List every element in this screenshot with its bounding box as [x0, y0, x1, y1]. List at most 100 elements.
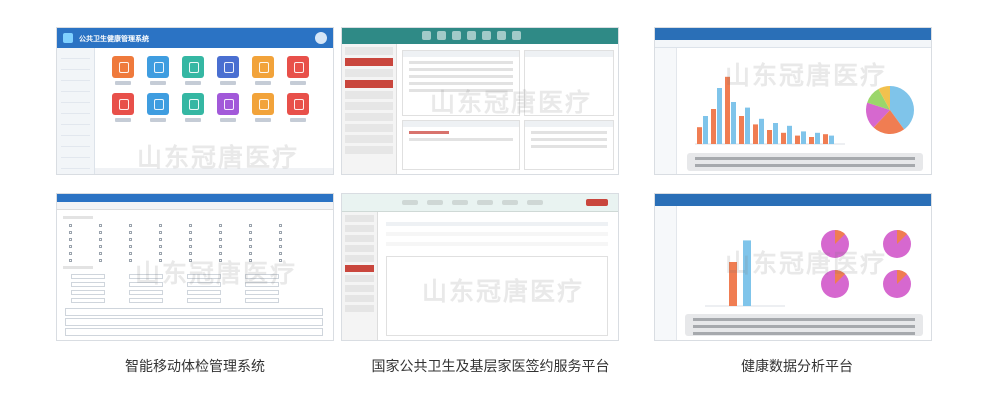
checkbox[interactable] [189, 231, 192, 234]
input-field[interactable] [187, 290, 221, 295]
checkbox[interactable] [159, 259, 162, 262]
screenshot-exam-form[interactable]: 山东冠唐医疗 [56, 193, 334, 341]
checkbox[interactable] [189, 259, 192, 262]
screenshot-mobile-exam-system[interactable]: 公共卫生健康管理系统 山东冠唐医疗 [56, 27, 334, 175]
checkbox[interactable] [279, 238, 282, 241]
input-field[interactable] [187, 282, 221, 287]
checkbox[interactable] [249, 231, 252, 234]
checkbox[interactable] [219, 224, 222, 227]
checkbox[interactable] [279, 224, 282, 227]
checkbox[interactable] [129, 245, 132, 248]
checkbox[interactable] [219, 238, 222, 241]
checkbox[interactable] [159, 252, 162, 255]
checkbox[interactable] [129, 224, 132, 227]
input-field[interactable] [129, 298, 163, 303]
checkbox[interactable] [99, 252, 102, 255]
module-tile[interactable] [140, 93, 175, 122]
screenshot-family-doctor-platform[interactable]: 山东冠唐医疗 [341, 27, 619, 175]
app-header [655, 194, 931, 206]
checkbox[interactable] [129, 259, 132, 262]
module-tile[interactable] [175, 93, 210, 122]
module-tile[interactable] [245, 93, 280, 122]
input-field[interactable] [129, 274, 163, 279]
bar [725, 76, 730, 144]
checkbox[interactable] [159, 238, 162, 241]
checkbox[interactable] [279, 231, 282, 234]
table-row[interactable] [386, 242, 608, 246]
caption-mobile-exam: 智能移动体检管理系统 [125, 359, 265, 375]
footer-bar [95, 168, 333, 174]
checkbox[interactable] [279, 252, 282, 255]
sidebar [342, 212, 378, 340]
checkbox[interactable] [249, 224, 252, 227]
checkbox[interactable] [69, 245, 72, 248]
screenshot-signing-service[interactable]: 山东冠唐医疗 [341, 193, 619, 341]
checkbox[interactable] [249, 252, 252, 255]
option-group[interactable] [65, 318, 323, 326]
checkbox[interactable] [219, 252, 222, 255]
checkbox[interactable] [249, 245, 252, 248]
checkbox[interactable] [99, 238, 102, 241]
checkbox[interactable] [69, 252, 72, 255]
logout-button[interactable] [586, 199, 608, 206]
checkbox[interactable] [99, 231, 102, 234]
tab-bar[interactable] [655, 40, 931, 48]
form-pane [402, 50, 520, 116]
input-field[interactable] [245, 290, 279, 295]
checkbox[interactable] [219, 245, 222, 248]
checkbox[interactable] [189, 245, 192, 248]
checkbox[interactable] [99, 224, 102, 227]
checkbox[interactable] [69, 259, 72, 262]
input-field[interactable] [71, 274, 105, 279]
module-tile[interactable] [280, 93, 315, 122]
tab-bar[interactable] [57, 202, 333, 210]
input-field[interactable] [71, 282, 105, 287]
input-field[interactable] [187, 298, 221, 303]
checkbox[interactable] [219, 259, 222, 262]
module-tile[interactable] [105, 56, 140, 85]
module-tile[interactable] [210, 56, 245, 85]
module-tile[interactable] [210, 93, 245, 122]
module-tile[interactable] [175, 56, 210, 85]
input-field[interactable] [129, 290, 163, 295]
checkbox[interactable] [219, 231, 222, 234]
checkbox[interactable] [69, 224, 72, 227]
checkbox[interactable] [279, 259, 282, 262]
checkbox[interactable] [129, 238, 132, 241]
checkbox[interactable] [159, 224, 162, 227]
info-pane [524, 50, 614, 116]
input-field[interactable] [245, 298, 279, 303]
sidebar [57, 48, 95, 174]
checkbox[interactable] [249, 238, 252, 241]
input-field[interactable] [71, 290, 105, 295]
checkbox[interactable] [159, 231, 162, 234]
app-header [342, 28, 618, 44]
checkbox[interactable] [159, 245, 162, 248]
screenshot-analytics-pies[interactable]: 山东冠唐医疗 [654, 193, 932, 341]
input-field[interactable] [129, 282, 163, 287]
option-group[interactable] [65, 308, 323, 316]
checkbox[interactable] [189, 252, 192, 255]
input-field[interactable] [245, 282, 279, 287]
screenshot-data-analytics[interactable]: 山东冠唐医疗 [654, 27, 932, 175]
input-field[interactable] [71, 298, 105, 303]
table-row[interactable] [386, 232, 608, 236]
checkbox[interactable] [99, 259, 102, 262]
checkbox[interactable] [189, 238, 192, 241]
checkbox[interactable] [69, 238, 72, 241]
checkbox[interactable] [69, 231, 72, 234]
module-tile[interactable] [280, 56, 315, 85]
table-header [386, 222, 608, 226]
input-field[interactable] [245, 274, 279, 279]
module-tile[interactable] [140, 56, 175, 85]
checkbox[interactable] [129, 252, 132, 255]
module-tile[interactable] [245, 56, 280, 85]
checkbox[interactable] [99, 245, 102, 248]
module-tile[interactable] [105, 93, 140, 122]
checkbox[interactable] [279, 245, 282, 248]
checkbox[interactable] [129, 231, 132, 234]
checkbox[interactable] [249, 259, 252, 262]
checkbox[interactable] [189, 224, 192, 227]
option-group[interactable] [65, 328, 323, 336]
input-field[interactable] [187, 274, 221, 279]
